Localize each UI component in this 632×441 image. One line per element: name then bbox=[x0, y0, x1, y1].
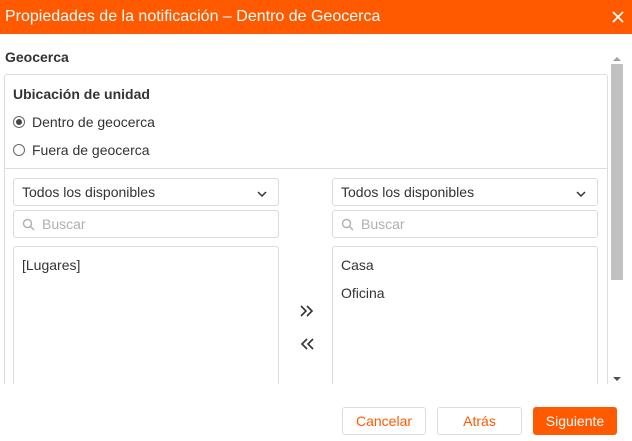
list-item[interactable]: Oficina bbox=[341, 285, 385, 301]
left-search-input[interactable] bbox=[42, 215, 272, 233]
scroll-down-icon[interactable] bbox=[613, 370, 621, 381]
right-selected-list: Casa Oficina bbox=[332, 246, 598, 384]
scroll-up-icon[interactable] bbox=[613, 50, 621, 61]
left-available-list: [Lugares] bbox=[13, 246, 279, 384]
list-item[interactable]: [Lugares] bbox=[22, 257, 80, 273]
left-search-box bbox=[13, 210, 279, 238]
section-title: Geocerca bbox=[5, 49, 69, 65]
scrollbar[interactable] bbox=[610, 46, 624, 384]
search-icon bbox=[22, 218, 35, 231]
right-filter-select[interactable]: Todos los disponibles bbox=[332, 178, 598, 206]
radio-outside-geofence[interactable]: Fuera de geocerca bbox=[13, 142, 150, 158]
radio-label: Fuera de geocerca bbox=[32, 142, 150, 158]
unit-location-label: Ubicación de unidad bbox=[13, 86, 150, 102]
radio-button[interactable] bbox=[13, 144, 25, 156]
geofence-panel: Ubicación de unidad Dentro de geocerca F… bbox=[4, 74, 608, 384]
chevron-down-icon bbox=[575, 187, 587, 199]
back-button[interactable]: Atrás bbox=[437, 407, 522, 435]
double-chevron-right-icon[interactable] bbox=[295, 301, 319, 321]
right-search-input[interactable] bbox=[361, 215, 591, 233]
right-filter-value: Todos los disponibles bbox=[341, 184, 475, 200]
dialog-titlebar: Propiedades de la notificación – Dentro … bbox=[0, 0, 632, 34]
cancel-button[interactable]: Cancelar bbox=[342, 407, 426, 435]
scroll-thumb[interactable] bbox=[611, 64, 623, 280]
left-filter-select[interactable]: Todos los disponibles bbox=[13, 178, 279, 206]
close-icon[interactable] bbox=[608, 7, 628, 27]
right-search-box bbox=[332, 210, 598, 238]
double-chevron-left-icon[interactable] bbox=[295, 334, 319, 354]
radio-button[interactable] bbox=[13, 116, 25, 128]
radio-inside-geofence[interactable]: Dentro de geocerca bbox=[13, 114, 155, 130]
next-button[interactable]: Siguiente bbox=[533, 407, 617, 435]
search-icon bbox=[341, 218, 354, 231]
list-item[interactable]: Casa bbox=[341, 257, 374, 273]
unit-location-group: Ubicación de unidad Dentro de geocerca F… bbox=[5, 75, 607, 169]
chevron-down-icon bbox=[256, 187, 268, 199]
dialog-title: Propiedades de la notificación – Dentro … bbox=[5, 8, 381, 25]
left-filter-value: Todos los disponibles bbox=[22, 184, 156, 200]
radio-label: Dentro de geocerca bbox=[32, 114, 155, 130]
